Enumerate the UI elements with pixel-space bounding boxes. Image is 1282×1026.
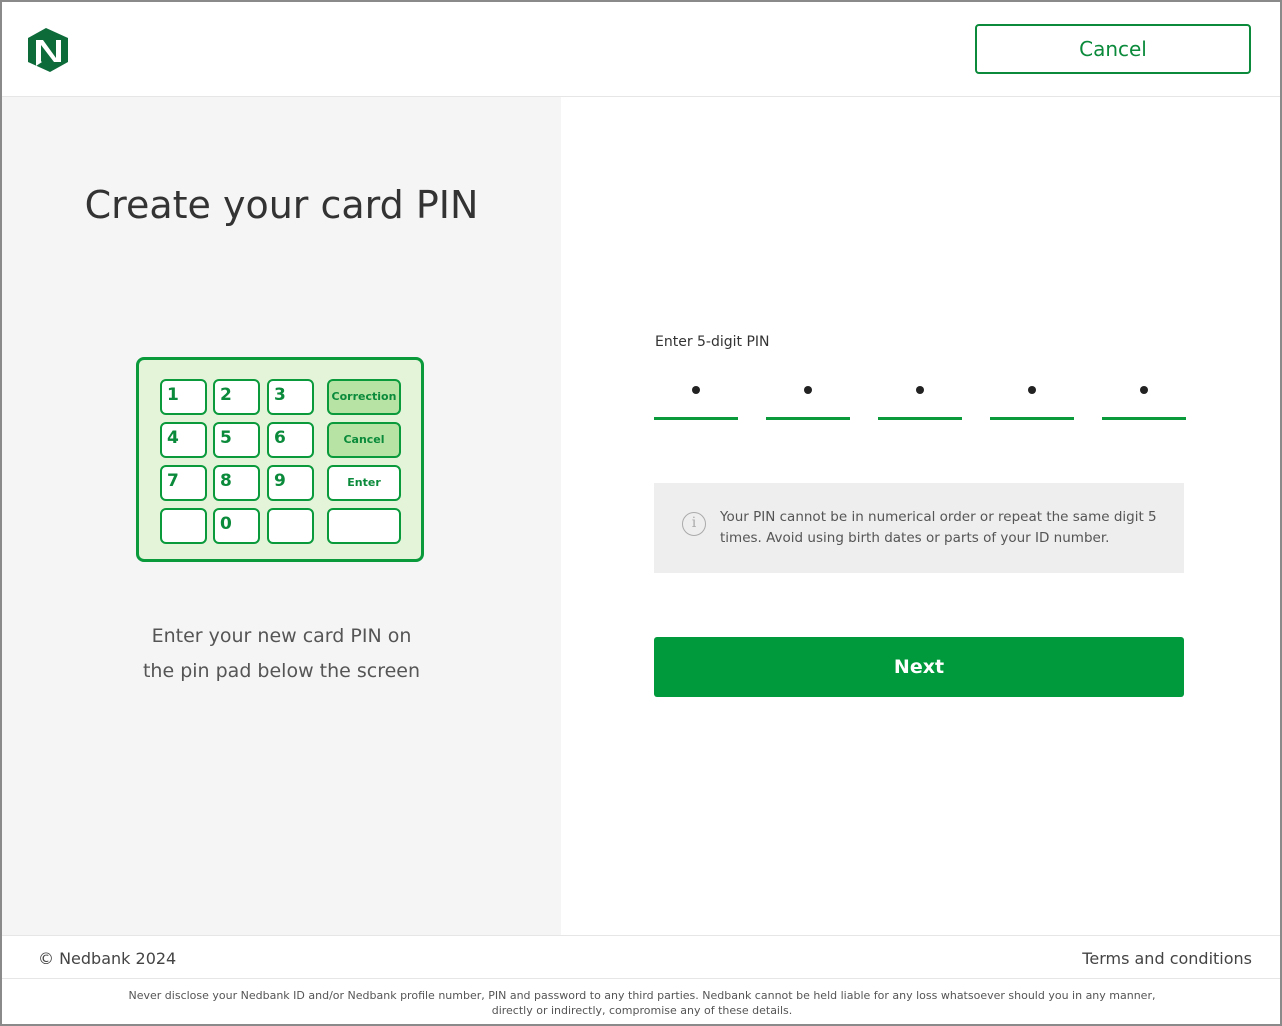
pin-digit-3[interactable] <box>878 372 962 420</box>
instruction-line-1: Enter your new card PIN on <box>151 625 412 647</box>
pinpad-key-9: 9 <box>267 465 314 501</box>
next-button[interactable]: Next <box>654 637 1184 697</box>
pinpad-key-0: 0 <box>213 508 260 544</box>
app-window: Cancel Create your card PIN 1 2 3 4 5 6 … <box>0 0 1282 1026</box>
pin-digit-2[interactable] <box>766 372 850 420</box>
pinpad-key-blank-func <box>327 508 401 544</box>
pinpad-key-7: 7 <box>160 465 207 501</box>
pin-dot <box>916 386 924 394</box>
pin-label: Enter 5-digit PIN <box>655 334 770 350</box>
pinpad-key-1: 1 <box>160 379 207 415</box>
pin-dot <box>692 386 700 394</box>
copyright-text: © Nedbank 2024 <box>38 949 177 968</box>
cancel-button[interactable]: Cancel <box>975 24 1251 74</box>
pin-dot <box>804 386 812 394</box>
pinpad-key-blank-left <box>160 508 207 544</box>
pinpad-key-5: 5 <box>213 422 260 458</box>
pin-instructions: Enter your new card PIN on the pin pad b… <box>2 619 561 689</box>
pin-dot <box>1140 386 1148 394</box>
pin-digit-1[interactable] <box>654 372 738 420</box>
pinpad-key-correction: Correction <box>327 379 401 415</box>
instruction-line-2: the pin pad below the screen <box>142 660 421 682</box>
pinpad-key-3: 3 <box>267 379 314 415</box>
terms-link[interactable]: Terms and conditions <box>1082 949 1252 968</box>
pinpad-key-2: 2 <box>213 379 260 415</box>
pinpad-key-6: 6 <box>267 422 314 458</box>
instructions-panel: Create your card PIN 1 2 3 4 5 6 7 8 9 0… <box>2 97 561 935</box>
pin-digit-4[interactable] <box>990 372 1074 420</box>
footer: © Nedbank 2024 Terms and conditions <box>2 935 1280 979</box>
pin-dot <box>1028 386 1036 394</box>
pinpad-key-cancel: Cancel <box>327 422 401 458</box>
pinpad-illustration: 1 2 3 4 5 6 7 8 9 0 Correction Cancel En… <box>136 357 424 562</box>
pin-digit-5[interactable] <box>1102 372 1186 420</box>
page-title: Create your card PIN <box>84 183 479 227</box>
pinpad-key-enter: Enter <box>327 465 401 501</box>
header: Cancel <box>2 2 1280 97</box>
security-disclaimer: Never disclose your Nedbank ID and/or Ne… <box>128 989 1156 1017</box>
pinpad-key-4: 4 <box>160 422 207 458</box>
pinpad-key-blank-right <box>267 508 314 544</box>
pin-info-box: i Your PIN cannot be in numerical order … <box>654 483 1184 573</box>
pin-rules-text: Your PIN cannot be in numerical order or… <box>720 509 1157 546</box>
pinpad-key-8: 8 <box>213 465 260 501</box>
pin-entry-panel: Enter 5-digit PIN i Your PIN cannot be i… <box>561 97 1280 935</box>
info-icon: i <box>682 512 706 536</box>
nedbank-logo-icon <box>28 28 68 72</box>
